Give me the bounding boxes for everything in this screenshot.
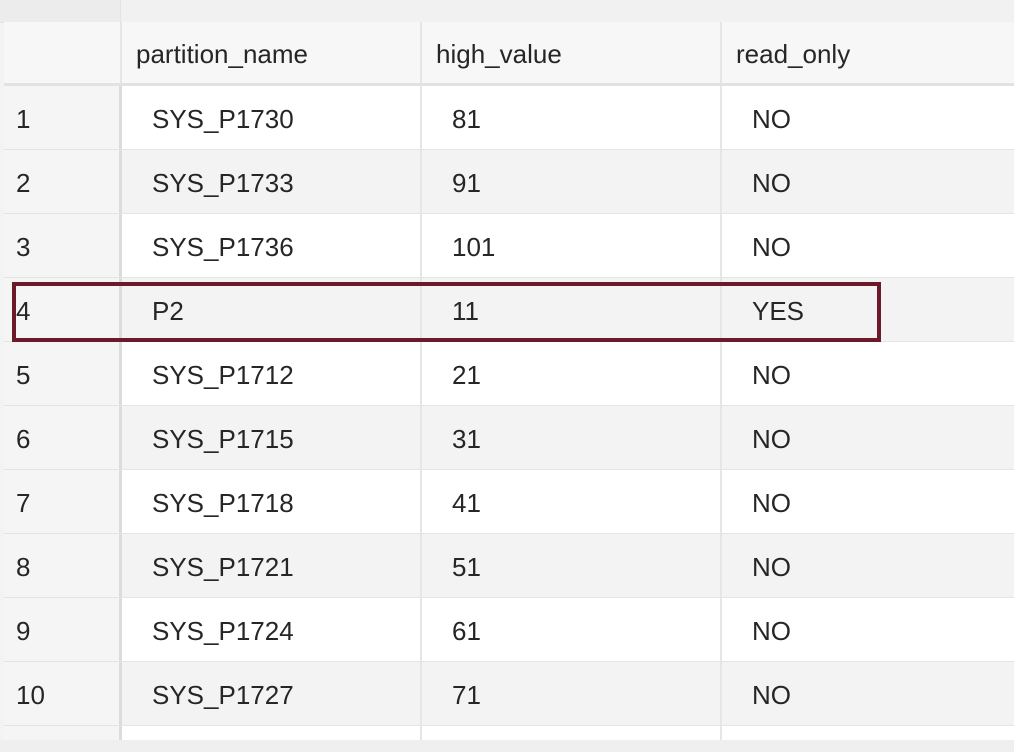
table-row-highlighted[interactable]: 4 P2 11 YES — [4, 278, 1014, 342]
table-row[interactable]: 3 SYS_P1736 101 NO — [4, 214, 1014, 278]
cell-read-only[interactable]: NO — [722, 150, 1014, 213]
cell-high-value[interactable]: 71 — [422, 662, 722, 725]
row-number: 5 — [4, 342, 122, 405]
cell-partition-name[interactable]: SYS_P1712 — [122, 342, 422, 405]
cell-high-value[interactable]: 91 — [422, 150, 722, 213]
cell-partition-name[interactable]: SYS_P1715 — [122, 406, 422, 469]
row-number: 6 — [4, 406, 122, 469]
table-row[interactable]: 7 SYS_P1718 41 NO — [4, 470, 1014, 534]
row-number-header — [4, 22, 122, 83]
cell-read-only[interactable]: NO — [722, 86, 1014, 149]
cell-read-only[interactable]: NO — [722, 342, 1014, 405]
column-header-high-value[interactable]: high_value — [422, 22, 722, 83]
table-row[interactable]: 6 SYS_P1715 31 NO — [4, 406, 1014, 470]
row-number: 4 — [4, 278, 122, 341]
cell-partition-name[interactable]: SYS_P1724 — [122, 598, 422, 661]
cell-high-value[interactable]: 81 — [422, 86, 722, 149]
column-header-partition-name[interactable]: partition_name — [122, 22, 422, 83]
cell-read-only[interactable]: NO — [722, 214, 1014, 277]
cell-partition-name[interactable]: SYS_P1727 — [122, 662, 422, 725]
table-row[interactable]: 5 SYS_P1712 21 NO — [4, 342, 1014, 406]
table-row[interactable]: 10 SYS_P1727 71 NO — [4, 662, 1014, 726]
cell-read-only[interactable]: NO — [722, 534, 1014, 597]
row-number: 7 — [4, 470, 122, 533]
cell-high-value[interactable]: 31 — [422, 406, 722, 469]
cell-partition-name[interactable]: SYS_P1718 — [122, 470, 422, 533]
row-number: 2 — [4, 150, 122, 213]
row-number: 8 — [4, 534, 122, 597]
cell-high-value[interactable]: 101 — [422, 214, 722, 277]
cell-read-only[interactable]: NO — [722, 662, 1014, 725]
table-body: 1 SYS_P1730 81 NO 2 SYS_P1733 91 NO 3 SY… — [4, 86, 1014, 746]
row-number: 3 — [4, 214, 122, 277]
row-number: 1 — [4, 86, 122, 149]
cell-read-only[interactable]: YES — [722, 278, 1014, 341]
cell-read-only[interactable]: NO — [722, 598, 1014, 661]
cell-high-value[interactable]: 41 — [422, 470, 722, 533]
cell-read-only[interactable]: NO — [722, 470, 1014, 533]
cell-partition-name[interactable]: SYS_P1721 — [122, 534, 422, 597]
grid-toolbar-strip — [0, 0, 1014, 23]
cell-partition-name[interactable]: P2 — [122, 278, 422, 341]
column-header-read-only[interactable]: read_only — [722, 22, 1014, 83]
cell-partition-name[interactable]: SYS_P1733 — [122, 150, 422, 213]
cell-high-value[interactable]: 51 — [422, 534, 722, 597]
horizontal-scrollbar-track[interactable] — [0, 740, 1014, 752]
cell-high-value[interactable]: 61 — [422, 598, 722, 661]
table-header: partition_name high_value read_only — [4, 22, 1014, 86]
cell-partition-name[interactable]: SYS_P1730 — [122, 86, 422, 149]
results-table: partition_name high_value read_only 1 SY… — [4, 22, 1014, 752]
table-row[interactable]: 8 SYS_P1721 51 NO — [4, 534, 1014, 598]
row-number: 9 — [4, 598, 122, 661]
cell-high-value[interactable]: 21 — [422, 342, 722, 405]
table-row[interactable]: 2 SYS_P1733 91 NO — [4, 150, 1014, 214]
row-number: 10 — [4, 662, 122, 725]
table-row[interactable]: 9 SYS_P1724 61 NO — [4, 598, 1014, 662]
cell-read-only[interactable]: NO — [722, 406, 1014, 469]
table-row[interactable]: 1 SYS_P1730 81 NO — [4, 86, 1014, 150]
cell-high-value[interactable]: 11 — [422, 278, 722, 341]
results-grid-view: partition_name high_value read_only 1 SY… — [0, 0, 1014, 752]
cell-partition-name[interactable]: SYS_P1736 — [122, 214, 422, 277]
